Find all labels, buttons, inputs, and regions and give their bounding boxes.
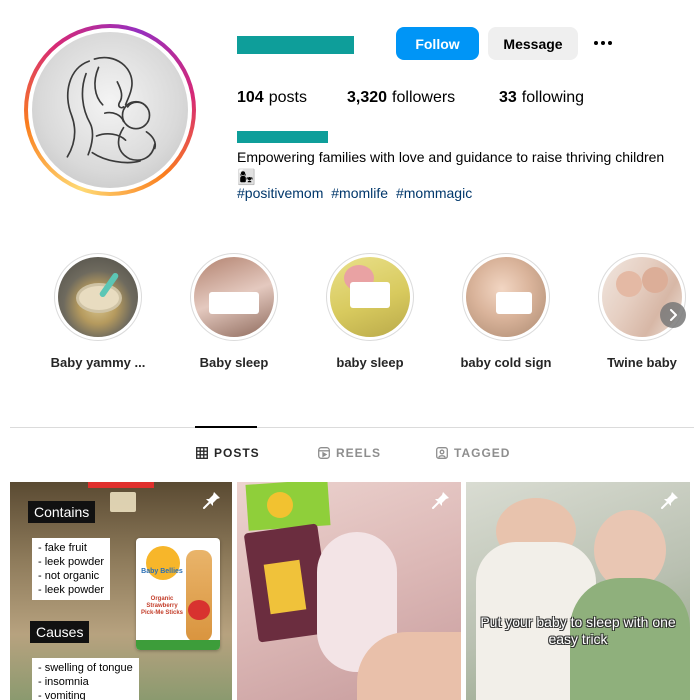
tab-tagged[interactable]: TAGGED	[436, 446, 510, 460]
hashtag-link[interactable]: #mommagic	[396, 185, 472, 201]
posts-count: 104 posts	[237, 89, 307, 106]
highlight-baby-cold-sign[interactable]: baby cold sign	[436, 253, 576, 370]
follow-button[interactable]: Follow	[396, 27, 479, 60]
hashtag-link[interactable]: #momlife	[331, 185, 388, 201]
red-banner	[88, 482, 154, 488]
reels-icon	[318, 447, 330, 459]
tagged-icon	[436, 447, 448, 459]
bio-text: Empowering families with love and guidan…	[237, 149, 665, 186]
contains-label: Contains	[28, 501, 96, 523]
highlight-cover	[466, 257, 546, 337]
pin-icon	[432, 492, 449, 509]
post-tile[interactable]: Put your baby to sleep with one easy tri…	[466, 482, 690, 700]
post-tile[interactable]: Contains - fake fruit - leek powder - no…	[10, 482, 232, 700]
followers-link[interactable]: 3,320 followers	[347, 89, 499, 107]
profile-stats: 104 posts 3,320 followers 33 following	[237, 89, 584, 107]
tab-posts[interactable]: POSTS	[196, 446, 260, 460]
active-tab-indicator	[195, 426, 257, 428]
display-name-redacted	[237, 131, 328, 143]
causes-list: - swelling of tongue - insomnia - vomiti…	[32, 658, 139, 700]
highlight-baby-sleep[interactable]: Baby sleep	[164, 253, 304, 370]
tabs-divider	[10, 427, 694, 428]
bio-hashtags: #positivemom #momlife #mommagic	[237, 185, 476, 201]
profile-avatar-ring[interactable]	[24, 24, 196, 196]
grid-icon	[196, 447, 208, 459]
highlight-baby-yammy[interactable]: Baby yammy ...	[28, 253, 168, 370]
hashtag-link[interactable]: #positivemom	[237, 185, 323, 201]
more-options-icon[interactable]	[590, 33, 616, 53]
avatar	[32, 32, 188, 188]
contains-list: - fake fruit - leek powder - not organic…	[32, 538, 111, 600]
chevron-right-icon[interactable]	[660, 302, 686, 328]
pin-icon	[661, 492, 678, 509]
product-package: Baby Bellies Organic Strawberry Pick-Me …	[136, 538, 220, 650]
highlight-cover	[330, 257, 410, 337]
mother-baby-logo-icon	[66, 56, 157, 164]
tab-reels[interactable]: REELS	[318, 446, 381, 460]
username-redacted	[237, 36, 354, 54]
pin-icon	[203, 492, 220, 509]
highlight-cover	[194, 257, 274, 337]
post-tile[interactable]	[237, 482, 461, 700]
following-link[interactable]: 33 following	[499, 89, 584, 107]
highlight-cover	[58, 257, 138, 337]
highlight-baby-sleep-2[interactable]: baby sleep	[300, 253, 440, 370]
post-caption-overlay: Put your baby to sleep with one easy tri…	[480, 614, 676, 647]
message-button[interactable]: Message	[488, 27, 578, 60]
causes-label: Causes	[30, 621, 90, 643]
